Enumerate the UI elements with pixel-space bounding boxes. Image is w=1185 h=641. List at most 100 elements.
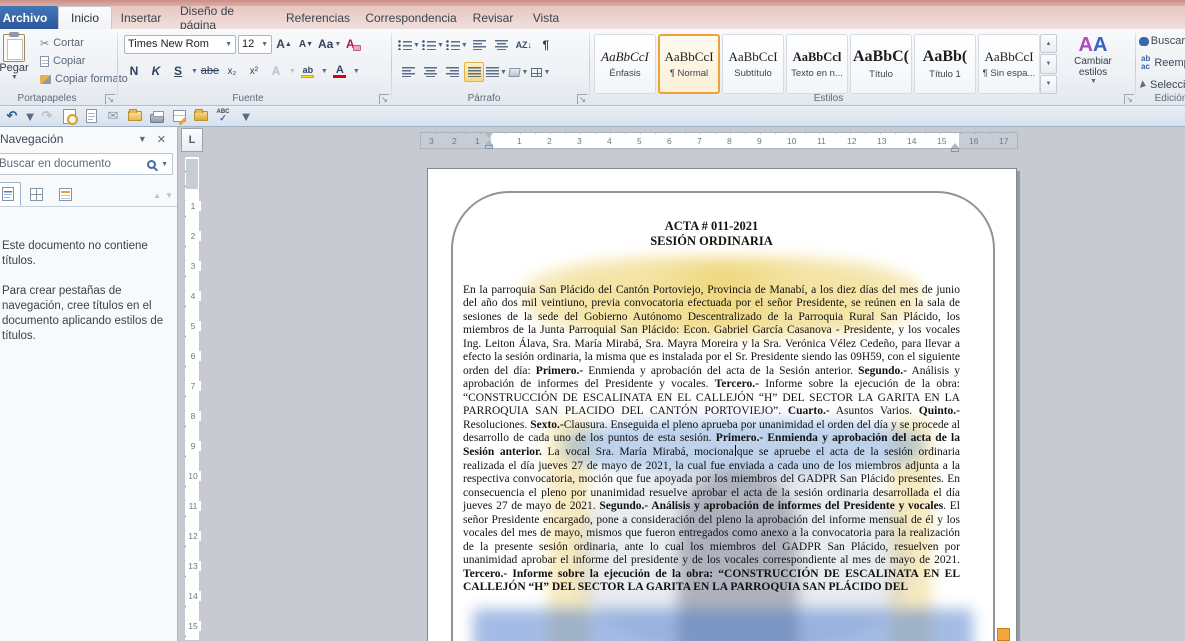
ruler-number: 3 [577, 136, 582, 146]
dialog-launcher-portapapeles[interactable]: ↘ [105, 94, 115, 104]
search-input[interactable] [0, 158, 143, 170]
indent-markers[interactable] [485, 133, 494, 149]
dialog-launcher-parrafo[interactable]: ↘ [577, 94, 587, 104]
next-result-icon[interactable]: ▼ [165, 191, 173, 200]
undo-icon[interactable]: ↶ [4, 108, 20, 124]
close-icon[interactable]: ✕ [152, 133, 171, 146]
tab-revisar[interactable]: Revisar [464, 6, 522, 29]
copy-button[interactable]: Copiar [40, 52, 128, 70]
folder-star-icon[interactable] [193, 108, 209, 124]
bullets-button[interactable]: ▼ [398, 35, 420, 55]
nav-tab-pages[interactable] [23, 182, 50, 206]
style-titulo[interactable]: AaBbC( Título [850, 34, 912, 94]
search-icon[interactable] [147, 160, 156, 169]
align-left-button[interactable] [398, 62, 418, 82]
group-label-parrafo: Párrafo [392, 93, 576, 104]
subscript-button[interactable]: x₂ [222, 61, 242, 81]
increase-indent-button[interactable] [492, 35, 512, 55]
highlight-dropdown[interactable]: ▼ [321, 68, 328, 75]
grow-font-button[interactable]: A▲ [274, 34, 294, 54]
text-cursor [735, 445, 736, 456]
style-normal[interactable]: AaBbCcI ¶ Normal [658, 34, 720, 94]
find-button[interactable]: Buscar [1141, 31, 1185, 51]
format-painter-button[interactable]: Copiar formato [40, 70, 128, 88]
replace-button[interactable]: abac Reemplazar [1141, 53, 1185, 73]
align-center-button[interactable] [420, 62, 440, 82]
tab-inicio[interactable]: Inicio [58, 6, 112, 29]
nav-empty-title: Este documento no contiene títulos. [2, 239, 165, 269]
tab-diseno-de-pagina[interactable]: Diseño de página [170, 6, 278, 29]
style-enfasis[interactable]: AaBbCcI Énfasis [594, 34, 656, 94]
email-icon[interactable]: ✉ [105, 108, 121, 124]
cut-button[interactable]: ✂ Cortar [40, 34, 128, 52]
align-right-button[interactable] [442, 62, 462, 82]
spelling-icon[interactable]: ABC✓ [215, 108, 231, 124]
style-texto-en-negrita[interactable]: AaBbCcl Texto en n... [786, 34, 848, 94]
change-case-button[interactable]: Aa▼ [318, 34, 341, 54]
font-color-dropdown[interactable]: ▼ [353, 68, 360, 75]
redo-icon[interactable]: ↷ [39, 108, 55, 124]
italic-button[interactable]: K [146, 61, 166, 81]
new-document-icon[interactable] [83, 108, 99, 124]
document-body[interactable]: En la parroquia San Plácido del Cantón P… [463, 284, 960, 594]
dialog-launcher-fuente[interactable]: ↘ [379, 94, 389, 104]
ruler-number: 13 [877, 136, 886, 146]
paste-button[interactable]: Pegar ▼ [0, 32, 36, 96]
styles-gallery-more[interactable]: ▼ [1040, 75, 1057, 94]
undo-dropdown-icon[interactable]: ▼ [27, 108, 33, 124]
shading-button[interactable]: ▼ [509, 62, 529, 82]
tab-vista[interactable]: Vista [522, 6, 570, 29]
decrease-indent-button[interactable] [470, 35, 490, 55]
bold-button[interactable]: N [124, 61, 144, 81]
numbering-button[interactable]: ▼ [422, 35, 444, 55]
tab-stop-selector[interactable]: L [181, 128, 203, 152]
change-styles-button[interactable]: AA Cambiar estilos ▼ [1062, 34, 1124, 96]
tab-referencias[interactable]: Referencias [278, 6, 358, 29]
text-effects-button[interactable]: A [266, 61, 286, 81]
open-folder-icon[interactable] [127, 108, 143, 124]
tab-correspondencia[interactable]: Correspondencia [358, 6, 464, 29]
underline-button[interactable]: S [168, 61, 188, 81]
style-subtitulo[interactable]: AaBbCcI Subtítulo [722, 34, 784, 94]
highlight-color-button[interactable]: ab [298, 61, 318, 81]
superscript-button[interactable]: x² [244, 61, 264, 81]
font-size-combo[interactable]: 12▼ [238, 35, 272, 54]
line-spacing-button[interactable]: ▼ [486, 62, 507, 82]
right-indent-marker[interactable] [951, 141, 959, 152]
ribbon: Pegar ▼ ✂ Cortar Copiar Copiar formato P… [0, 29, 1185, 106]
ruler-number: 7 [697, 136, 702, 146]
style-titulo-1[interactable]: AaBb( Título 1 [914, 34, 976, 94]
document-page[interactable]: ACTA # 011-2021 SESIÓN ORDINARIA En la p… [427, 168, 1017, 641]
justify-button[interactable] [464, 62, 484, 82]
borders-button[interactable]: ▼ [531, 62, 551, 82]
style-sin-espaciado[interactable]: AaBbCcI ¶ Sin espa... [978, 34, 1040, 94]
nav-tab-headings[interactable] [0, 182, 21, 206]
edit-table-icon[interactable] [171, 108, 187, 124]
clear-formatting-button[interactable]: A [343, 34, 363, 54]
show-paragraph-marks-button[interactable]: ¶ [536, 35, 556, 55]
quick-print-icon[interactable] [149, 108, 165, 124]
ruler-number: 9 [185, 441, 201, 451]
styles-gallery-down[interactable]: ▼ [1040, 54, 1057, 73]
underline-dropdown[interactable]: ▼ [191, 68, 198, 75]
styles-gallery-up[interactable]: ▲ [1040, 34, 1057, 53]
pane-options-dropdown-icon[interactable]: ▼ [133, 134, 152, 144]
tab-archivo[interactable]: Archivo [0, 6, 58, 29]
shrink-font-button[interactable]: A▼ [296, 34, 316, 54]
multilevel-list-button[interactable]: ▼ [446, 35, 468, 55]
nav-tab-results[interactable] [52, 182, 79, 206]
object-handle[interactable] [997, 628, 1010, 641]
search-box[interactable]: ▼ [0, 153, 173, 175]
font-name-combo[interactable]: Times New Rom▼ [124, 35, 236, 54]
select-button[interactable]: Seleccionar [1141, 75, 1185, 95]
search-options-dropdown-icon[interactable]: ▼ [161, 161, 168, 168]
print-preview-icon[interactable] [61, 108, 77, 124]
font-color-button[interactable]: A [330, 61, 350, 81]
strikethrough-button[interactable]: abe [200, 61, 220, 81]
customize-qat-icon[interactable]: ▼ [238, 108, 254, 124]
tab-insertar[interactable]: Insertar [112, 6, 170, 29]
dialog-launcher-estilos[interactable]: ↘ [1124, 94, 1134, 104]
document-text[interactable]: ACTA # 011-2021 SESIÓN ORDINARIA En la p… [463, 219, 960, 594]
sort-button[interactable]: AZ↓ [514, 35, 534, 55]
previous-result-icon[interactable]: ▲ [153, 191, 161, 200]
